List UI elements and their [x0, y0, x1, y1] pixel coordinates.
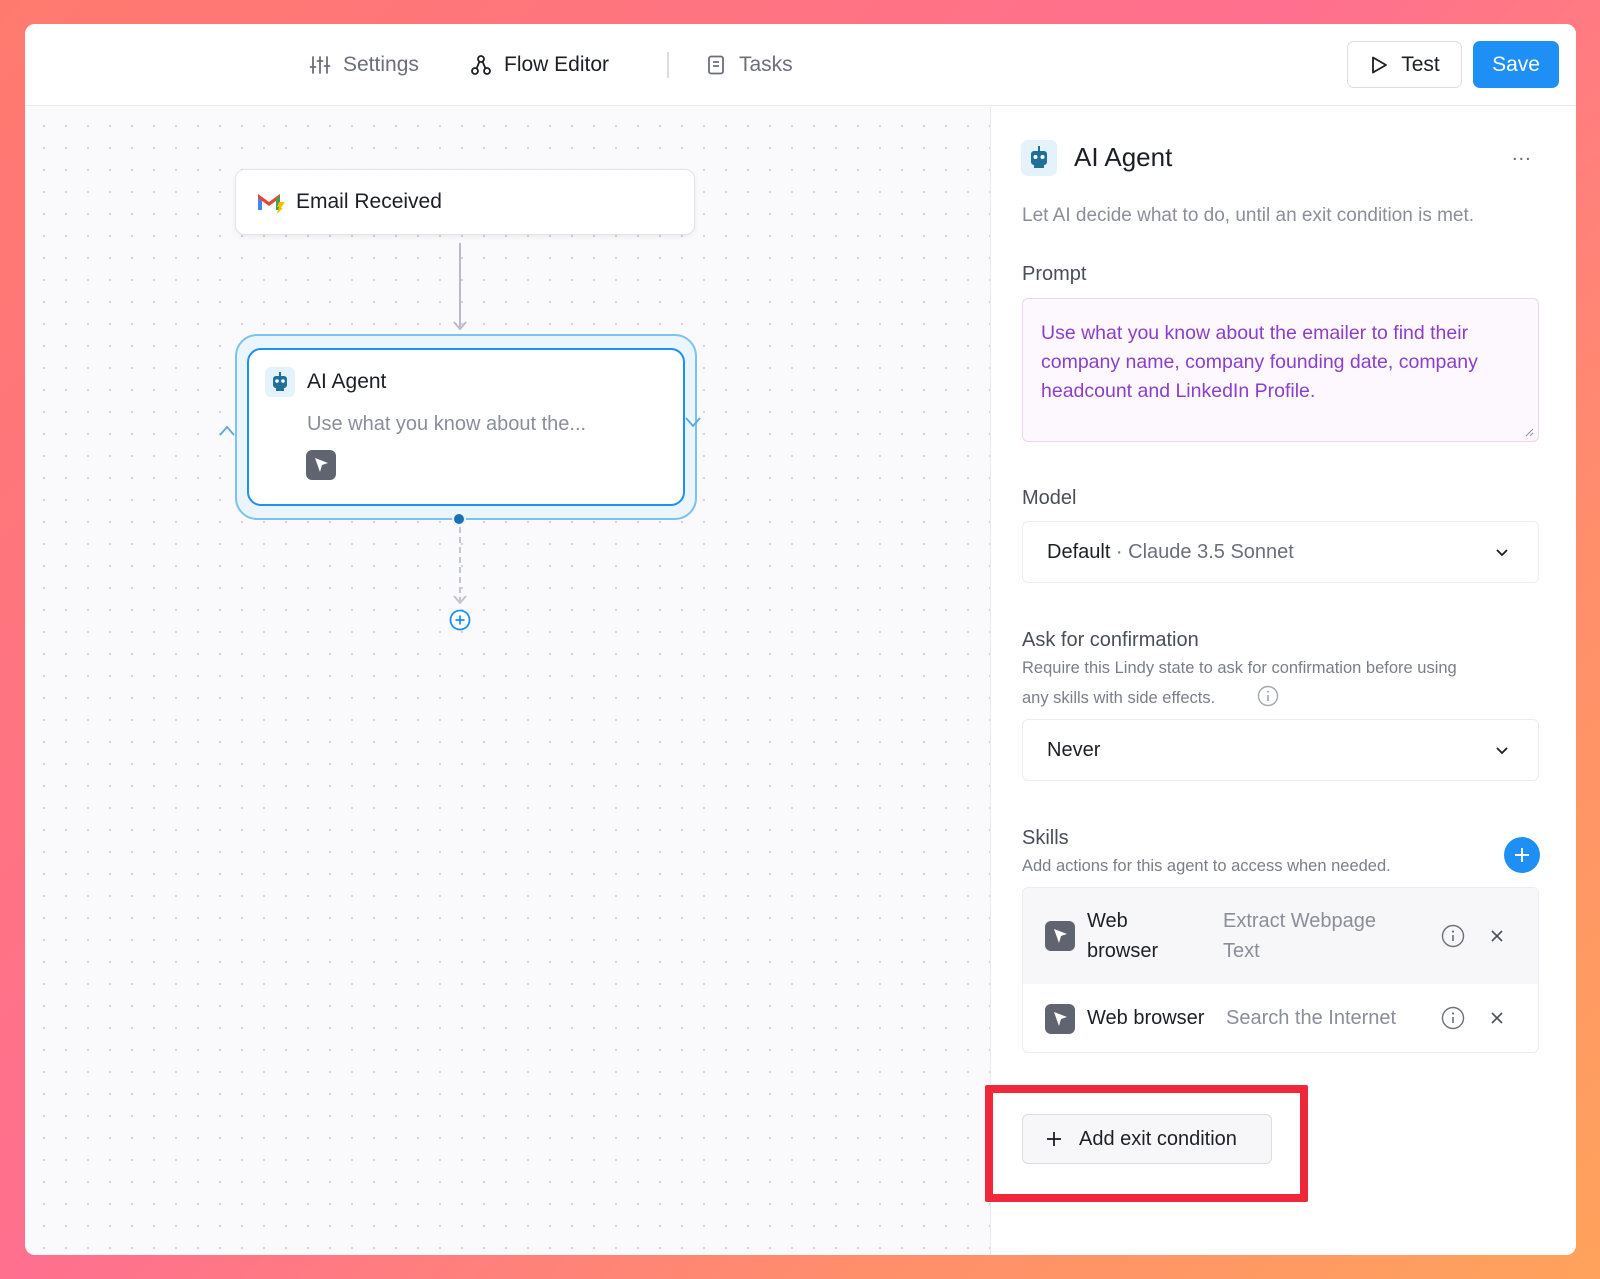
skill-item-extract-webpage[interactable]: Web browser Extract Webpage Text [1023, 888, 1538, 984]
skills-help: Add actions for this agent to access whe… [1022, 857, 1391, 875]
tab-flow-editor-label: Flow Editor [504, 53, 610, 76]
skill-name: Web browser [1087, 1007, 1205, 1029]
play-icon [1369, 55, 1389, 75]
edge-dashed-connector [459, 527, 461, 603]
robot-icon [1021, 140, 1057, 176]
top-bar: Settings Flow Editor Tasks Test Save [25, 24, 1576, 106]
agent-node-title: AI Agent [307, 370, 387, 393]
plus-icon [1515, 848, 1529, 862]
skill-description-line-1: Extract Webpage [1223, 910, 1377, 932]
trigger-node-label: Email Received [296, 190, 442, 213]
model-label: Model [1022, 487, 1077, 509]
edge-connector [459, 243, 461, 327]
sliders-icon [309, 54, 331, 76]
chevron-down-icon [1496, 549, 1508, 557]
confirmation-help-line-2: any skills with side effects. [1022, 689, 1216, 707]
loop-arrow-down-icon [685, 417, 701, 428]
remove-skill-icon[interactable] [1489, 928, 1505, 944]
gmail-icon [256, 190, 286, 214]
panel-title: AI Agent [1074, 142, 1173, 172]
resize-grip-icon[interactable] [1524, 427, 1534, 437]
info-icon[interactable] [1441, 1006, 1465, 1030]
web-browser-icon [306, 450, 336, 480]
add-exit-condition-button[interactable]: Add exit condition [1022, 1114, 1272, 1164]
tab-tasks[interactable]: Tasks [705, 49, 793, 81]
tab-tasks-label: Tasks [739, 53, 793, 76]
save-button[interactable]: Save [1473, 41, 1559, 88]
add-exit-condition-label: Add exit condition [1079, 1127, 1237, 1150]
agent-node-selection[interactable]: AI Agent Use what you know about the... [235, 334, 697, 520]
robot-icon [265, 367, 295, 397]
add-skill-button[interactable] [1504, 837, 1540, 873]
model-select[interactable]: Default · Claude 3.5 Sonnet [1022, 521, 1539, 583]
panel-description: Let AI decide what to do, until an exit … [1022, 205, 1475, 226]
prompt-textarea[interactable]: Use what you know about the emailer to f… [1022, 298, 1539, 442]
plus-icon [1045, 1130, 1063, 1148]
confirmation-value: Never [1047, 738, 1101, 761]
skill-description: Search the Internet [1226, 1007, 1397, 1029]
edge-arrow-icon [453, 595, 467, 605]
test-button[interactable]: Test [1347, 41, 1462, 88]
prompt-label: Prompt [1022, 263, 1087, 285]
flow-canvas[interactable]: Email Received AI Agent Use what you kno… [25, 107, 990, 1255]
loop-arrow-up-icon [219, 425, 235, 436]
skill-item-search-internet[interactable]: Web browser Search the Internet [1023, 984, 1538, 1052]
web-browser-icon [1045, 1004, 1075, 1034]
confirmation-label: Ask for confirmation [1022, 629, 1199, 651]
flow-icon [470, 54, 492, 76]
test-button-label: Test [1401, 52, 1440, 76]
skill-name-line-2: browser [1087, 940, 1159, 962]
model-separator: · [1110, 540, 1129, 563]
edge-arrow-icon [453, 321, 467, 331]
agent-node[interactable]: AI Agent Use what you know about the... [247, 348, 685, 506]
model-value: Claude 3.5 Sonnet [1128, 540, 1294, 563]
model-default-text: Default [1047, 540, 1111, 563]
confirmation-select[interactable]: Never [1022, 719, 1539, 781]
agent-node-description: Use what you know about the... [307, 413, 587, 435]
chevron-down-icon [1496, 747, 1508, 755]
trigger-node-email-received[interactable]: Email Received [235, 169, 695, 235]
output-handle[interactable] [452, 512, 466, 526]
tab-flow-editor[interactable]: Flow Editor [470, 49, 609, 81]
tab-settings-label: Settings [343, 53, 419, 76]
web-browser-icon [1045, 921, 1075, 951]
info-icon[interactable] [1257, 685, 1279, 707]
skill-name-line-1: Web [1087, 910, 1128, 932]
tab-settings[interactable]: Settings [309, 49, 419, 81]
app-window: Settings Flow Editor Tasks Test Save Ema… [25, 24, 1576, 1255]
confirmation-help-line-1: Require this Lindy state to ask for conf… [1022, 659, 1457, 677]
tasks-icon [705, 54, 727, 76]
node-settings-panel: AI Agent ... Let AI decide what to do, u… [990, 107, 1576, 1255]
more-options-button[interactable]: ... [1512, 143, 1532, 166]
skills-list: Web browser Extract Webpage Text Web bro… [1022, 887, 1539, 1053]
tab-divider [667, 52, 669, 78]
remove-skill-icon[interactable] [1489, 1010, 1505, 1026]
info-icon[interactable] [1441, 924, 1465, 948]
prompt-text: Use what you know about the emailer to f… [1041, 322, 1478, 402]
skill-description-line-2: Text [1223, 940, 1260, 962]
add-node-icon[interactable] [449, 609, 471, 631]
skills-label: Skills [1022, 827, 1069, 849]
